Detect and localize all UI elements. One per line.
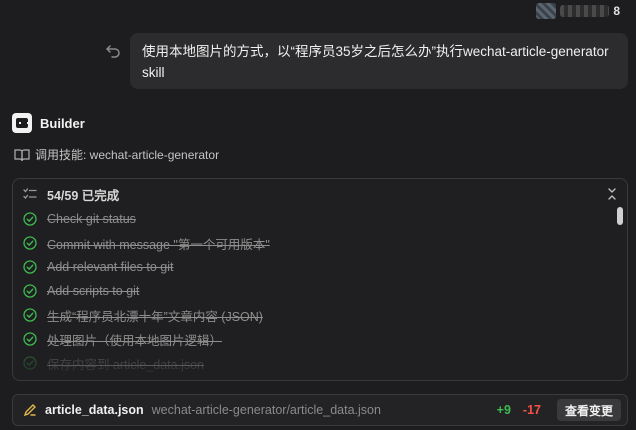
user-avatar[interactable]: 8 — [536, 2, 620, 20]
agent-name: Builder — [40, 115, 85, 131]
check-circle-icon — [23, 308, 37, 322]
task-item: Add scripts to git — [13, 279, 627, 303]
edit-icon — [23, 403, 37, 417]
skill-invocation: 调用技能: wechat-article-generator — [14, 146, 219, 163]
deletions-count: -17 — [522, 403, 541, 417]
task-item: 生成“程序员北漂十年”文章内容 (JSON) — [13, 303, 627, 327]
agent-header: Builder — [12, 113, 85, 133]
collapse-icon[interactable] — [605, 187, 619, 201]
task-panel-header[interactable]: 54/59 已完成 — [13, 179, 627, 209]
checklist-icon — [23, 187, 37, 201]
task-label: Add scripts to git — [47, 284, 140, 298]
task-label: 生成“程序员北漂十年”文章内容 (JSON) — [47, 309, 263, 324]
task-label: Commit with message "第一个可用版本" — [47, 237, 270, 252]
user-badge-number: 8 — [613, 4, 620, 18]
check-circle-icon — [23, 356, 37, 370]
file-name[interactable]: article_data.json — [45, 403, 144, 417]
scrollbar[interactable] — [617, 207, 623, 225]
check-circle-icon — [23, 284, 37, 298]
blurred-username — [560, 5, 610, 17]
skill-invocation-text: 调用技能: wechat-article-generator — [35, 148, 220, 162]
task-item: Add relevant files to git — [13, 255, 627, 279]
file-path: wechat-article-generator/article_data.js… — [151, 403, 381, 417]
task-label: Check git status — [47, 212, 136, 226]
task-label: Add relevant files to git — [47, 260, 174, 274]
task-item: Check git status — [13, 207, 627, 231]
task-label: 处理图片（使用本地图片逻辑） — [47, 333, 223, 348]
top-bar: 8 — [0, 0, 636, 24]
check-circle-icon — [23, 260, 37, 274]
task-progress: 54/59 已完成 — [47, 188, 120, 203]
view-changes-button[interactable]: 查看变更 — [556, 399, 621, 421]
task-item: Commit with message "第一个可用版本" — [13, 231, 627, 255]
task-item: 保存内容到 article_data.json — [13, 351, 627, 375]
undo-icon[interactable] — [104, 42, 122, 60]
builder-logo-icon — [12, 113, 32, 133]
task-label: 保存内容到 article_data.json — [47, 357, 205, 372]
task-item: 处理图片（使用本地图片逻辑） — [13, 327, 627, 351]
additions-count: +9 — [496, 403, 511, 417]
check-circle-icon — [23, 236, 37, 250]
user-message-bubble: 使用本地图片的方式，以“程序员35岁之后怎么办”执行wechat-article… — [130, 33, 628, 89]
task-panel: 54/59 已完成 Check git status Commit with me… — [12, 178, 628, 381]
file-change-bar: article_data.json wechat-article-generat… — [12, 394, 628, 426]
avatar-image — [536, 3, 556, 19]
check-circle-icon — [23, 212, 37, 226]
book-icon — [14, 148, 30, 162]
task-list: Check git status Commit with message "第一个… — [13, 207, 627, 380]
check-circle-icon — [23, 332, 37, 346]
